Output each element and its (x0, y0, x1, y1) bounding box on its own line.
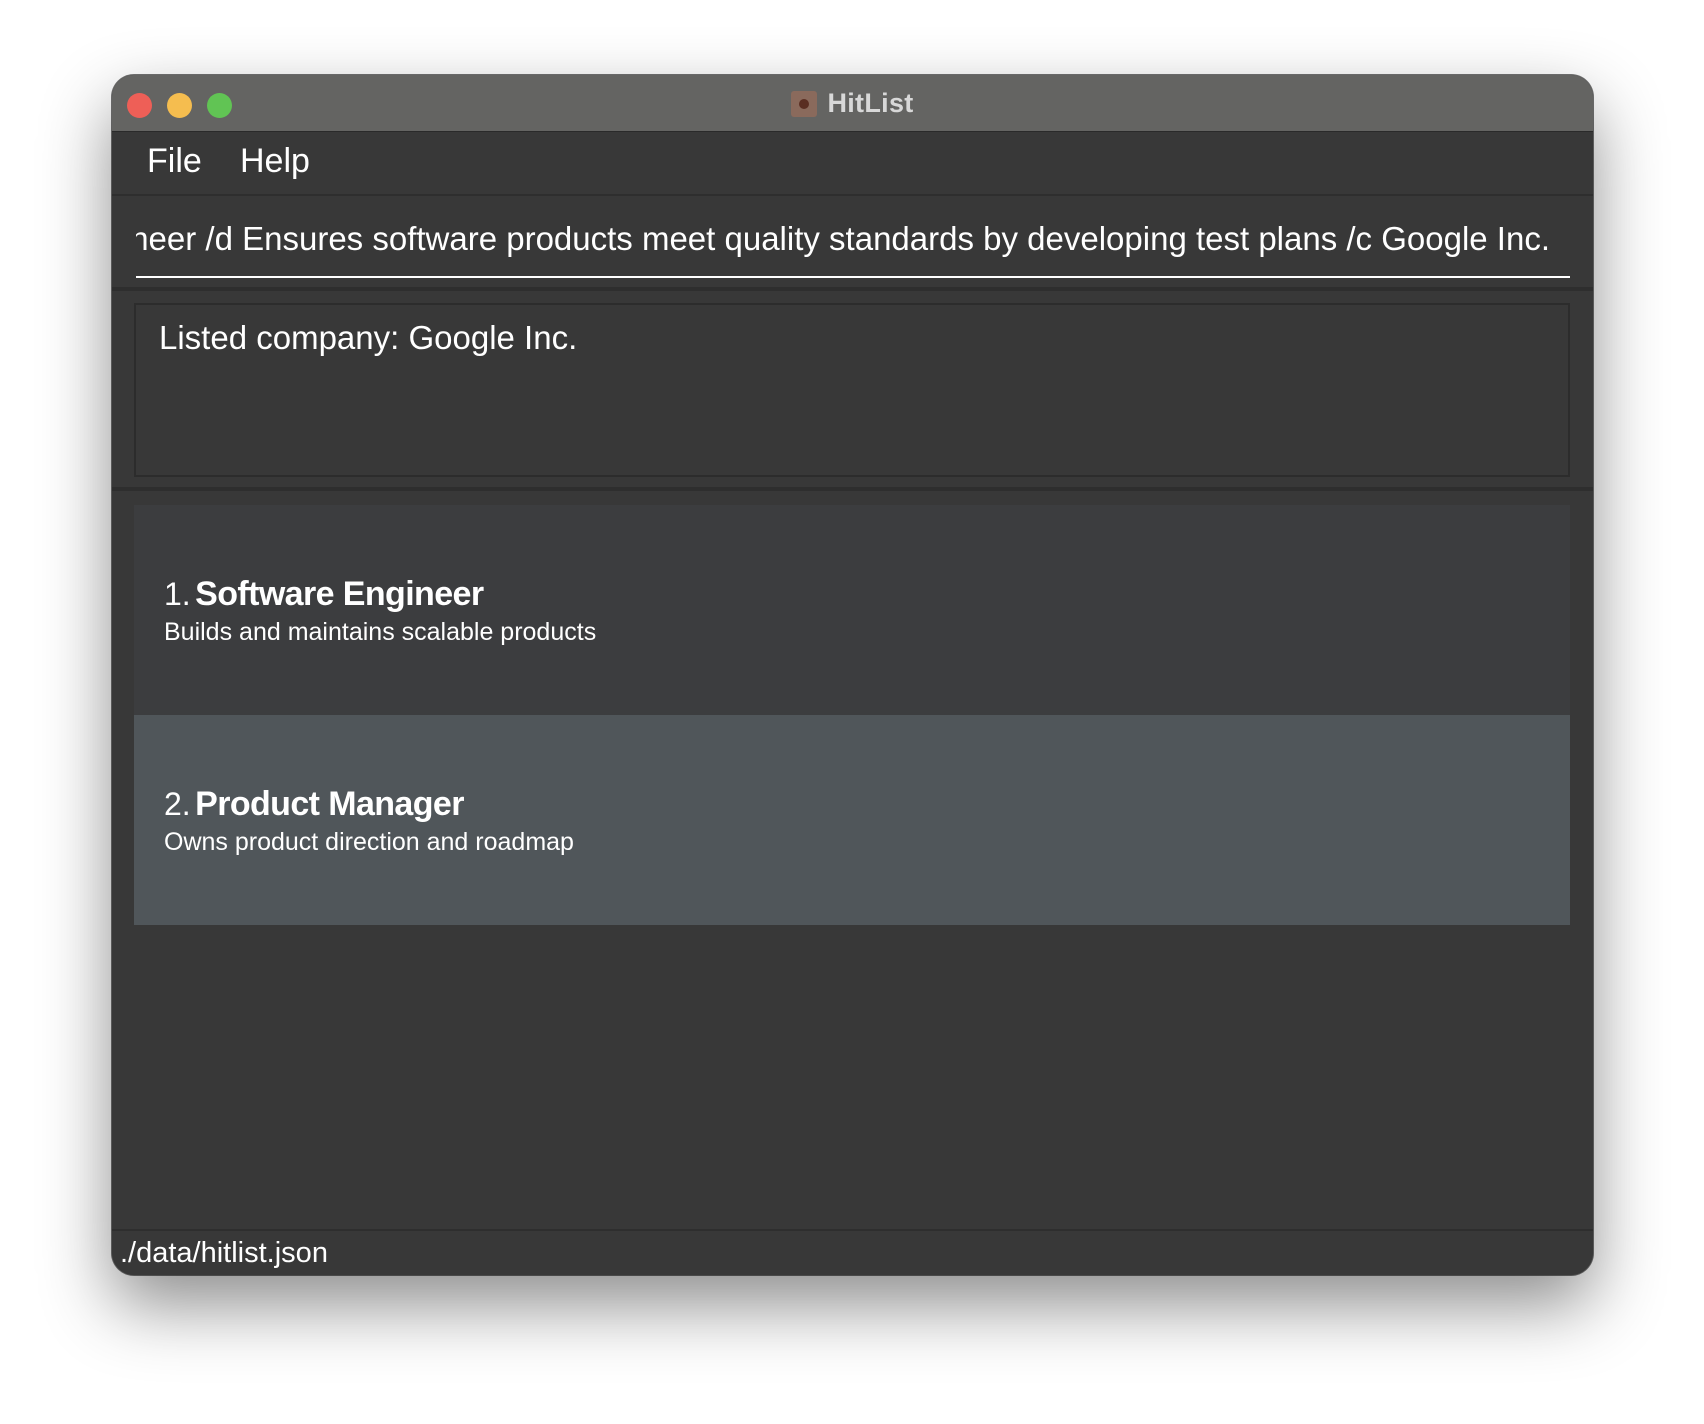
command-box-area: ineer /d Ensures software products meet … (112, 196, 1593, 291)
result-display-area: Listed company: Google Inc. (112, 291, 1593, 491)
menu-help[interactable]: Help (240, 142, 310, 181)
app-window: HitList File Help ineer /d Ensures softw… (112, 75, 1593, 1275)
window-title-group: HitList (112, 75, 1593, 132)
role-list[interactable]: 1. Software Engineer Builds and maintain… (112, 491, 1593, 1229)
role-index: 2. (164, 786, 191, 822)
role-description: Owns product direction and roadmap (164, 828, 574, 856)
role-title: Product Manager (195, 785, 464, 823)
status-bar: ./data/hitlist.json (112, 1229, 1593, 1275)
role-title: Software Engineer (195, 575, 484, 613)
role-list-item-selected[interactable]: 2. Product Manager Owns product directio… (134, 715, 1570, 925)
title-bar[interactable]: HitList (112, 75, 1593, 132)
command-input-text: ineer /d Ensures software products meet … (136, 220, 1550, 257)
window-title: HitList (827, 88, 914, 118)
role-heading: 2. Product Manager (164, 785, 464, 824)
role-list-item[interactable]: 1. Software Engineer Builds and maintain… (134, 505, 1570, 715)
role-index: 1. (164, 576, 191, 612)
menu-file[interactable]: File (147, 142, 202, 181)
command-input[interactable]: ineer /d Ensures software products meet … (136, 196, 1570, 278)
result-display[interactable]: Listed company: Google Inc. (134, 303, 1570, 477)
desktop: HitList File Help ineer /d Ensures softw… (0, 0, 1704, 1424)
save-file-path: ./data/hitlist.json (120, 1237, 328, 1269)
role-description: Builds and maintains scalable products (164, 618, 597, 646)
result-message: Listed company: Google Inc. (159, 319, 578, 356)
role-heading: 1. Software Engineer (164, 575, 484, 614)
menu-bar: File Help (112, 132, 1593, 196)
hitlist-app-icon (791, 90, 818, 117)
